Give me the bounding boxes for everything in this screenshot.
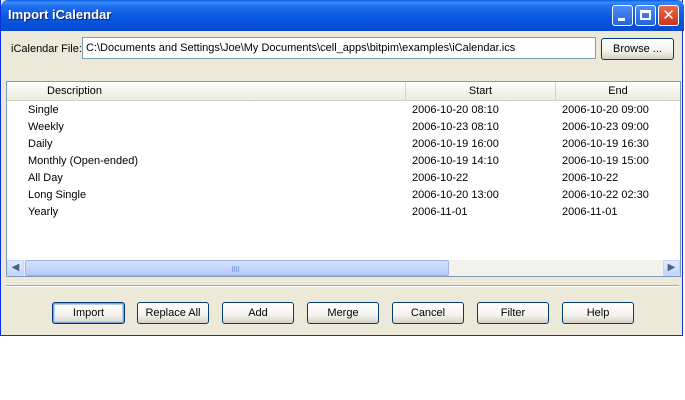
row-end: 2006-11-01 xyxy=(562,206,618,218)
filter-button[interactable]: Filter xyxy=(477,302,549,324)
table-row[interactable]: Yearly 2006-11-01 2006-11-01 xyxy=(7,204,680,221)
icalendar-file-input[interactable]: C:\Documents and Settings\Joe\My Documen… xyxy=(82,37,596,59)
minimize-button[interactable] xyxy=(612,5,633,26)
list-header: Description Start End xyxy=(7,82,680,101)
row-description: Long Single xyxy=(28,189,87,201)
row-start: 2006-11-01 xyxy=(412,206,468,218)
chevron-right-icon: ▶ xyxy=(667,262,676,273)
scrollbar-thumb[interactable] xyxy=(25,260,449,276)
maximize-button[interactable] xyxy=(635,5,656,26)
row-description: Daily xyxy=(28,138,53,150)
minimize-icon xyxy=(618,18,625,21)
column-header-end[interactable]: End xyxy=(556,82,680,100)
row-start: 2006-10-23 08:10 xyxy=(412,121,499,133)
column-header-start[interactable]: Start xyxy=(406,82,556,100)
event-list[interactable]: Description Start End Single 2006-10-20 … xyxy=(6,81,681,277)
row-description: Yearly xyxy=(28,206,59,218)
row-end: 2006-10-22 xyxy=(562,172,619,184)
close-icon: ✕ xyxy=(662,7,675,24)
table-row[interactable]: Daily 2006-10-19 16:00 2006-10-19 16:30 xyxy=(7,136,680,153)
row-description: Monthly (Open-ended) xyxy=(28,155,139,167)
row-start: 2006-10-20 08:10 xyxy=(412,104,499,116)
table-row[interactable]: Single 2006-10-20 08:10 2006-10-20 09:00 xyxy=(7,102,680,119)
table-row[interactable]: All Day 2006-10-22 2006-10-22 xyxy=(7,170,680,187)
help-button[interactable]: Help xyxy=(562,302,634,324)
row-start: 2006-10-20 13:00 xyxy=(412,189,499,201)
window-title: Import iCalendar xyxy=(8,7,112,22)
cancel-button[interactable]: Cancel xyxy=(392,302,464,324)
import-icalendar-dialog: Import iCalendar ✕ iCalendar File: C:\Do… xyxy=(0,0,684,336)
row-end: 2006-10-22 02:30 xyxy=(562,189,649,201)
row-start: 2006-10-19 14:10 xyxy=(412,155,499,167)
merge-button[interactable]: Merge xyxy=(307,302,379,324)
row-end: 2006-10-23 09:00 xyxy=(562,121,649,133)
close-button[interactable]: ✕ xyxy=(658,5,679,26)
scroll-right-button[interactable]: ▶ xyxy=(663,260,680,276)
row-start: 2006-10-19 16:00 xyxy=(412,138,499,150)
maximize-icon xyxy=(640,10,651,20)
table-row[interactable]: Monthly (Open-ended) 2006-10-19 14:10 20… xyxy=(7,153,680,170)
import-button[interactable]: Import xyxy=(52,302,125,324)
grip-icon xyxy=(232,266,240,272)
row-end: 2006-10-19 16:30 xyxy=(562,138,649,150)
table-row[interactable]: Long Single 2006-10-20 13:00 2006-10-22 … xyxy=(7,187,680,204)
add-button[interactable]: Add xyxy=(222,302,294,324)
row-description: Single xyxy=(28,104,59,116)
row-description: Weekly xyxy=(28,121,64,133)
scroll-left-button[interactable]: ◀ xyxy=(7,260,24,276)
horizontal-scrollbar[interactable]: ◀ ▶ xyxy=(7,260,680,276)
divider xyxy=(6,285,679,287)
title-bar[interactable]: Import iCalendar ✕ xyxy=(1,0,684,31)
row-end: 2006-10-19 15:00 xyxy=(562,155,649,167)
table-row[interactable]: Weekly 2006-10-23 08:10 2006-10-23 09:00 xyxy=(7,119,680,136)
row-end: 2006-10-20 09:00 xyxy=(562,104,649,116)
browse-button[interactable]: Browse ... xyxy=(601,38,674,60)
row-start: 2006-10-22 xyxy=(412,172,469,184)
row-description: All Day xyxy=(28,172,63,184)
column-header-description[interactable]: Description xyxy=(7,82,406,100)
chevron-left-icon: ◀ xyxy=(11,262,20,273)
icalendar-file-label: iCalendar File: xyxy=(11,43,82,55)
replace-all-button[interactable]: Replace All xyxy=(137,302,209,324)
